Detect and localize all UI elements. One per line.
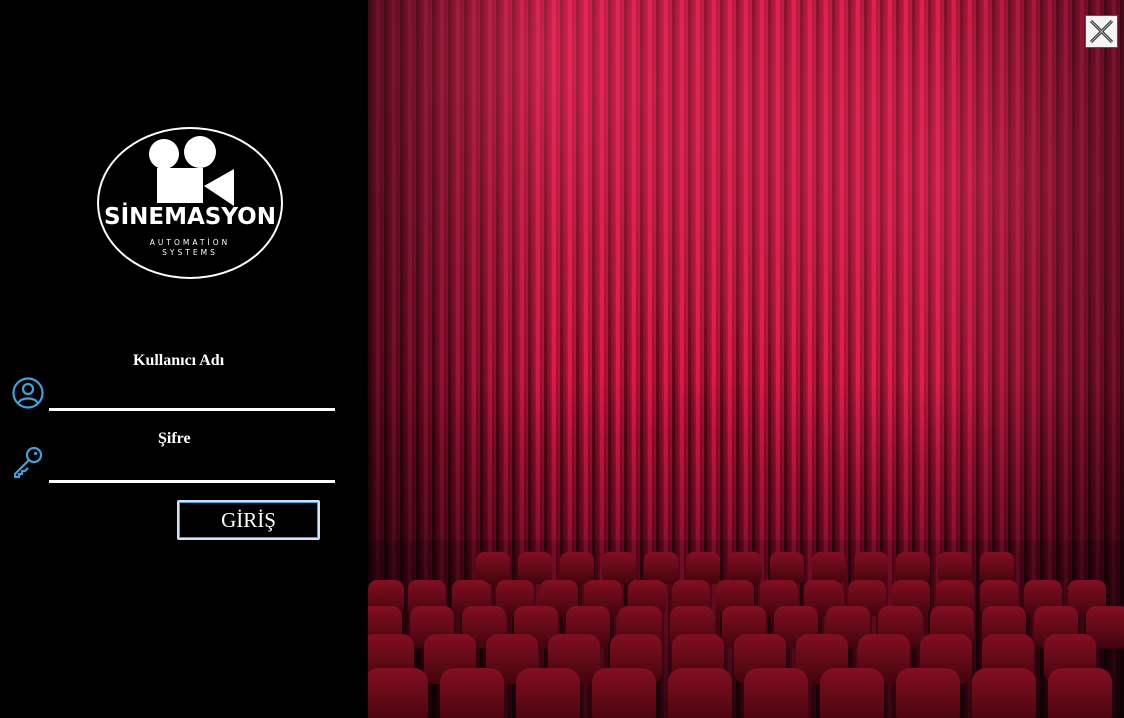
- login-window: SİNEMASYON AUTOMATİON SYSTEMS Kullanıcı …: [0, 0, 1124, 718]
- logo-subtitle-line2: SYSTEMS: [162, 248, 218, 257]
- password-input[interactable]: [49, 457, 335, 483]
- key-icon: [11, 445, 45, 479]
- close-icon: [1089, 19, 1114, 44]
- login-button[interactable]: GİRİŞ: [177, 500, 320, 540]
- password-label: Şifre: [158, 430, 191, 447]
- logo-title: SİNEMASYON: [104, 204, 276, 230]
- username-input[interactable]: [49, 385, 335, 411]
- user-circle-icon: [11, 376, 45, 410]
- close-button[interactable]: [1085, 15, 1118, 48]
- login-panel: SİNEMASYON AUTOMATİON SYSTEMS Kullanıcı …: [0, 0, 368, 718]
- username-label: Kullanıcı Adı: [133, 352, 225, 369]
- theater-background-image: [368, 0, 1124, 718]
- logo-subtitle-line1: AUTOMATİON: [149, 238, 231, 247]
- sinemasyon-logo: SİNEMASYON AUTOMATİON SYSTEMS: [96, 126, 284, 280]
